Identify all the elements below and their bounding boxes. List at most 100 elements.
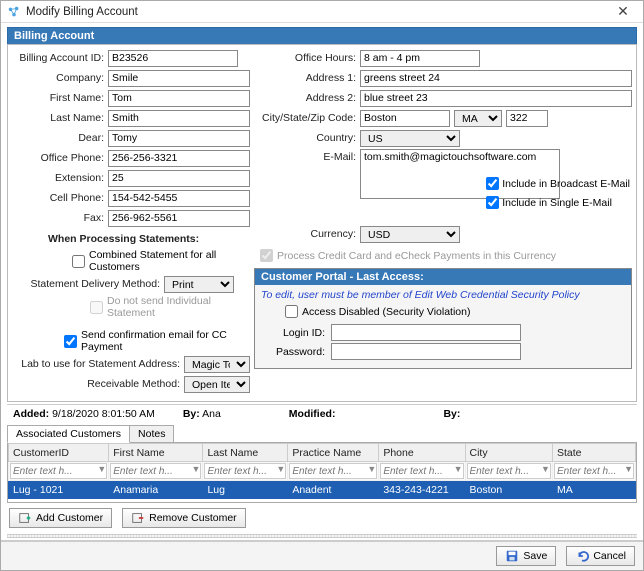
add-customer-button[interactable]: Add Customer bbox=[9, 508, 112, 528]
first-name-input[interactable] bbox=[108, 90, 250, 107]
lab-addr-select[interactable]: Magic Touch bbox=[184, 356, 250, 373]
extension-input[interactable] bbox=[108, 170, 250, 187]
no-individual-label: Do not send Individual Statement bbox=[107, 295, 250, 319]
undo-icon bbox=[575, 549, 589, 563]
filter-icon[interactable]: ▼ bbox=[454, 464, 463, 474]
col-firstname[interactable]: First Name bbox=[109, 444, 203, 462]
last-name-input[interactable] bbox=[108, 110, 250, 127]
grid-header-row: CustomerID First Name Last Name Practice… bbox=[9, 444, 636, 462]
customer-portal-panel: Customer Portal - Last Access: To edit, … bbox=[254, 268, 632, 369]
no-individual-checkbox bbox=[90, 301, 103, 314]
lab-addr-label: Lab to use for Statement Address: bbox=[12, 358, 184, 370]
remove-customer-button[interactable]: Remove Customer bbox=[122, 508, 246, 528]
sdm-label: Statement Delivery Method: bbox=[12, 278, 164, 290]
password-label: Password: bbox=[261, 346, 325, 358]
remove-icon bbox=[131, 511, 145, 525]
customer-grid[interactable]: CustomerID First Name Last Name Practice… bbox=[7, 442, 637, 503]
window-title: Modify Billing Account bbox=[26, 6, 609, 18]
filter-city[interactable] bbox=[467, 463, 551, 479]
single-email-checkbox[interactable] bbox=[486, 196, 499, 209]
fax-label: Fax: bbox=[12, 212, 108, 224]
fax-input[interactable] bbox=[108, 210, 250, 227]
filter-practice[interactable] bbox=[289, 463, 377, 479]
filter-icon[interactable]: ▼ bbox=[624, 464, 633, 474]
first-name-label: First Name: bbox=[12, 92, 108, 104]
filter-icon[interactable]: ▼ bbox=[367, 464, 376, 474]
cancel-button[interactable]: Cancel bbox=[566, 546, 635, 566]
office-phone-input[interactable] bbox=[108, 150, 250, 167]
close-icon[interactable]: ✕ bbox=[609, 3, 637, 20]
company-input[interactable] bbox=[108, 70, 250, 87]
dialog-footer: Save Cancel bbox=[1, 540, 643, 570]
hours-input[interactable] bbox=[360, 50, 480, 67]
broadcast-label: Include in Broadcast E-Mail bbox=[502, 178, 630, 190]
addr2-input[interactable] bbox=[360, 90, 632, 107]
addr1-input[interactable] bbox=[360, 70, 632, 87]
addr2-label: Address 2: bbox=[254, 92, 360, 104]
by1-lbl: By: bbox=[183, 408, 200, 420]
added-lbl: Added: bbox=[13, 408, 49, 420]
filter-customerid[interactable] bbox=[10, 463, 107, 479]
country-label: Country: bbox=[254, 132, 360, 144]
process-cc-checkbox bbox=[260, 249, 273, 262]
combined-statement-checkbox[interactable] bbox=[72, 255, 85, 268]
addr1-label: Address 1: bbox=[254, 72, 360, 84]
tab-associated-customers[interactable]: Associated Customers bbox=[7, 425, 130, 443]
cc-confirm-checkbox[interactable] bbox=[64, 335, 77, 348]
modify-billing-window: Modify Billing Account ✕ Billing Account… bbox=[0, 0, 644, 571]
cc-confirm-label: Send confirmation email for CC Payment bbox=[81, 329, 250, 353]
col-practice[interactable]: Practice Name bbox=[288, 444, 379, 462]
email-options: Include in Broadcast E-Mail Include in S… bbox=[486, 177, 630, 209]
filter-phone[interactable] bbox=[380, 463, 463, 479]
acct-id-label: Billing Account ID: bbox=[12, 52, 108, 64]
cell-practice: Anadent bbox=[288, 481, 379, 499]
portal-note: To edit, user must be member of Edit Web… bbox=[261, 289, 625, 301]
process-cc-label: Process Credit Card and eCheck Payments … bbox=[277, 250, 556, 262]
country-select[interactable]: US bbox=[360, 130, 460, 147]
filter-state[interactable] bbox=[554, 463, 634, 479]
access-disabled-checkbox[interactable] bbox=[285, 305, 298, 318]
left-column: Billing Account ID: Company: First Name:… bbox=[12, 49, 250, 395]
save-button[interactable]: Save bbox=[496, 546, 556, 566]
office-phone-label: Office Phone: bbox=[12, 152, 108, 164]
by1-val: Ana bbox=[202, 408, 221, 420]
right-column: Office Hours: Address 1: Address 2: City… bbox=[254, 49, 632, 395]
col-city[interactable]: City bbox=[465, 444, 552, 462]
table-row[interactable]: Lug - 1021 Anamaria Lug Anadent 343-243-… bbox=[9, 481, 636, 499]
by2-lbl: By: bbox=[443, 408, 460, 420]
city-input[interactable] bbox=[360, 110, 450, 127]
filter-icon[interactable]: ▼ bbox=[97, 464, 106, 474]
cell-customerid: Lug - 1021 bbox=[9, 481, 109, 499]
currency-select[interactable]: USD bbox=[360, 226, 460, 243]
login-input[interactable] bbox=[331, 324, 521, 341]
dear-input[interactable] bbox=[108, 130, 250, 147]
meta-bar: Added: 9/18/2020 8:01:50 AM By: Ana Modi… bbox=[7, 404, 637, 423]
cell-phone-input[interactable] bbox=[108, 190, 250, 207]
broadcast-checkbox[interactable] bbox=[486, 177, 499, 190]
cell-phone-label: Cell Phone: bbox=[12, 192, 108, 204]
acct-id-input[interactable] bbox=[108, 50, 238, 67]
grid-filter-row: ▼ ▼ ▼ ▼ ▼ ▼ ▼ bbox=[9, 462, 636, 481]
combined-statement-label: Combined Statement for all Customers bbox=[89, 249, 250, 273]
resize-ruler[interactable] bbox=[7, 534, 637, 538]
tab-notes[interactable]: Notes bbox=[129, 425, 174, 443]
filter-lastname[interactable] bbox=[204, 463, 286, 479]
zip-input[interactable] bbox=[506, 110, 548, 127]
filter-icon[interactable]: ▼ bbox=[541, 464, 550, 474]
receivable-select[interactable]: Open Item bbox=[184, 376, 250, 393]
sdm-select[interactable]: Print bbox=[164, 276, 234, 293]
section-header: Billing Account bbox=[7, 27, 637, 44]
state-select[interactable]: MA bbox=[454, 110, 502, 127]
cell-state: MA bbox=[552, 481, 635, 499]
titlebar: Modify Billing Account ✕ bbox=[1, 1, 643, 23]
password-input[interactable] bbox=[331, 343, 521, 360]
filter-icon[interactable]: ▼ bbox=[276, 464, 285, 474]
filter-firstname[interactable] bbox=[110, 463, 201, 479]
col-lastname[interactable]: Last Name bbox=[203, 444, 288, 462]
col-state[interactable]: State bbox=[552, 444, 635, 462]
filter-icon[interactable]: ▼ bbox=[192, 464, 201, 474]
col-customerid[interactable]: CustomerID bbox=[9, 444, 109, 462]
company-label: Company: bbox=[12, 72, 108, 84]
col-phone[interactable]: Phone bbox=[379, 444, 465, 462]
save-icon bbox=[505, 549, 519, 563]
